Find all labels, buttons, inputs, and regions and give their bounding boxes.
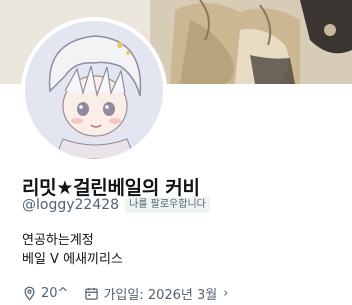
display-name: 리밋★걸린베일의 커비 xyxy=(22,177,200,199)
handle-row: @loggy22428 나를 팔로우합니다 xyxy=(22,197,210,213)
avatar-artwork xyxy=(25,21,163,159)
bio: 연공하는계정 베일 V 에새끼리스 xyxy=(22,231,123,269)
location-item: 20^ xyxy=(22,286,68,301)
avatar[interactable] xyxy=(25,21,163,159)
bio-line: 베일 V 에새끼리스 xyxy=(22,252,123,267)
profile-meta-row: 20^ 가입일: 2026년 3월 › xyxy=(22,284,228,303)
bio-line: 연공하는계정 xyxy=(22,233,94,248)
chevron-right-icon: › xyxy=(223,286,229,301)
location-pin-icon xyxy=(24,286,35,301)
joined-item[interactable]: 가입일: 2026년 3월 › xyxy=(84,284,228,303)
calendar-icon xyxy=(85,287,99,300)
location-text: 20^ xyxy=(41,286,69,301)
handle: @loggy22428 xyxy=(22,197,120,213)
follows-you-badge: 나를 팔로우합니다 xyxy=(125,197,210,213)
joined-text: 가입일: 2026년 3월 xyxy=(103,288,218,303)
